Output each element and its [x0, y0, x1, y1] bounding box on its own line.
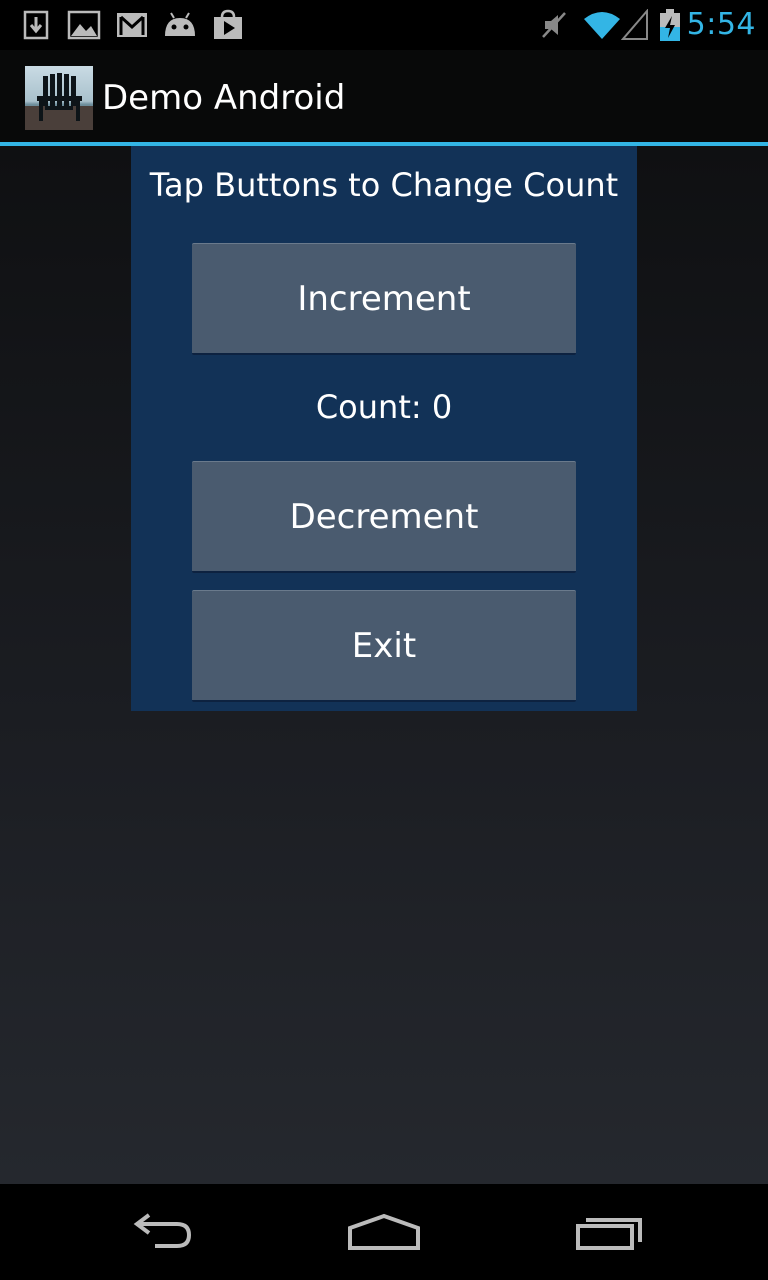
mute-icon	[540, 0, 570, 50]
app-icon[interactable]	[25, 66, 93, 130]
app-title: Demo Android	[102, 78, 346, 118]
count-label: Count: 0	[315, 388, 453, 426]
wifi-icon	[582, 0, 622, 50]
increment-button[interactable]: Increment	[192, 243, 576, 355]
exit-button[interactable]: Exit	[192, 590, 576, 702]
recents-button[interactable]	[540, 1184, 680, 1280]
action-bar: Demo Android	[0, 50, 768, 142]
image-icon	[66, 0, 102, 50]
gmail-icon	[114, 0, 150, 50]
play-store-icon	[210, 0, 246, 50]
signal-icon	[620, 0, 650, 50]
battery-charging-icon	[656, 0, 684, 50]
home-button[interactable]	[314, 1184, 454, 1280]
decrement-button[interactable]: Decrement	[192, 461, 576, 573]
download-icon	[22, 0, 50, 50]
status-bar: 5:54	[0, 0, 768, 50]
instructions-heading: Tap Buttons to Change Count	[149, 166, 619, 204]
back-icon	[133, 1213, 192, 1248]
clock: 5:54	[686, 7, 756, 42]
home-icon	[348, 1213, 420, 1250]
counter-panel: Tap Buttons to Change Count Increment Co…	[131, 146, 637, 711]
android-icon	[160, 0, 200, 50]
content-area: Tap Buttons to Change Count Increment Co…	[0, 146, 768, 1184]
navigation-bar	[0, 1184, 768, 1280]
recents-icon	[576, 1218, 642, 1250]
back-button[interactable]	[90, 1184, 230, 1280]
